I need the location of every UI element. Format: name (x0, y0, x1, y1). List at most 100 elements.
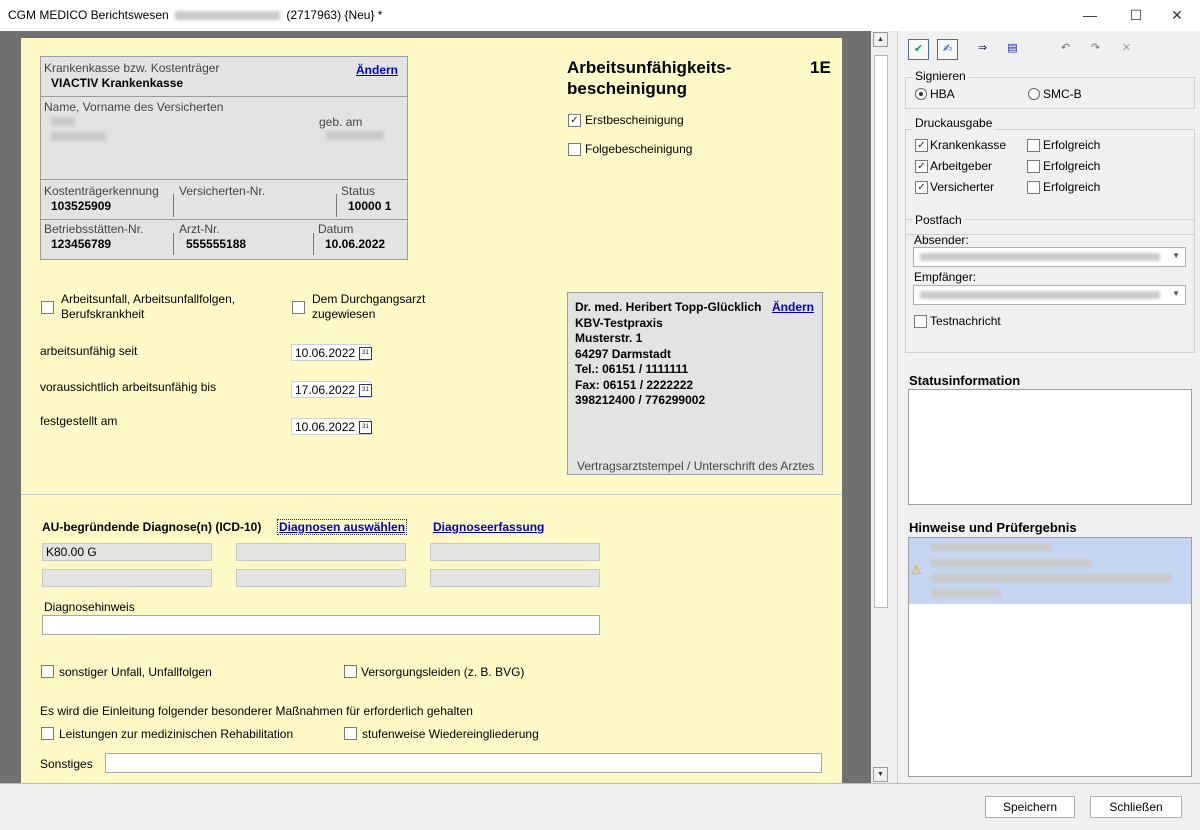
betriebsstaetten-value: 123456789 (51, 237, 112, 251)
diagnosis-field-6[interactable] (430, 569, 600, 587)
fax: Fax: 06151 / 2222222 (575, 377, 694, 392)
au-bis-label: voraussichtlich arbeitsunfähig bis (40, 380, 217, 394)
empfaenger-combo[interactable]: ▼ (913, 285, 1186, 305)
diagnosis-field-3[interactable] (430, 543, 600, 561)
minimize-button[interactable]: — (1067, 0, 1113, 31)
versorgungsleiden-label: Versorgungsleiden (z. B. BVG) (361, 665, 525, 679)
testnachricht-checkbox[interactable] (914, 315, 927, 328)
signieren-title: Signieren (912, 69, 969, 83)
diagnosis-field-4[interactable] (42, 569, 212, 587)
close-window-button[interactable]: ✕ (1154, 0, 1200, 31)
form-title-line1: Arbeitsunfähigkeits- (567, 58, 732, 77)
arbeitgeber-label: Arbeitgeber (930, 159, 993, 173)
scroll-down-button[interactable]: ▼ (873, 767, 888, 782)
absender-combo[interactable]: ▼ (913, 247, 1186, 267)
divider (41, 96, 407, 97)
arbeitsunfall-line1: Arbeitsunfall, Arbeitsunfallfolgen, (61, 292, 236, 306)
kasse-label: Krankenkasse bzw. Kostenträger (44, 61, 220, 75)
festgestellt-label: festgestellt am (40, 414, 118, 428)
change-kasse-link[interactable]: Ändern (356, 63, 398, 77)
doctor-name: Dr. med. Heribert Topp-Glücklich (575, 300, 762, 314)
redacted-firstname (51, 132, 106, 141)
erfolgreich-label-2: Erfolgreich (1043, 159, 1101, 173)
versorgungsleiden-checkbox[interactable] (344, 665, 357, 678)
divider (41, 219, 407, 220)
testnachricht-label: Testnachricht (930, 314, 1001, 328)
hba-radio[interactable] (915, 88, 927, 100)
erfolgreich-label-1: Erfolgreich (1043, 138, 1101, 152)
sonstiger-unfall-checkbox[interactable] (41, 665, 54, 678)
arbeitsunfall-label: Arbeitsunfall, Arbeitsunfallfolgen, Beru… (61, 292, 235, 322)
maximize-button[interactable]: ☐ (1113, 0, 1159, 31)
sign-check-icon[interactable]: ✔ (908, 39, 929, 60)
sign-undo-icon[interactable]: ↶ (1055, 39, 1076, 60)
wiedereingliederung-checkbox[interactable] (344, 727, 357, 740)
durchgangsarzt-checkbox[interactable] (292, 301, 305, 314)
signature-icon[interactable]: ✍ (937, 39, 958, 60)
hinweise-box: ⚠ (908, 537, 1192, 777)
redacted-birthdate (326, 131, 384, 140)
diag-entry-link[interactable]: Diagnoseerfassung (433, 520, 544, 534)
doctor-stamp-box: Dr. med. Heribert Topp-Glücklich KBV-Tes… (567, 292, 823, 475)
kasse-value: VIACTIV Krankenkasse (51, 76, 184, 90)
scroll-up-button[interactable]: ▲ (873, 32, 888, 47)
diag-select-link[interactable]: Diagnosen auswählen (277, 519, 408, 535)
arbeitgeber-checkbox[interactable]: ✓ (915, 160, 928, 173)
forward-icon[interactable]: ⇒ (972, 39, 993, 60)
smcb-radio[interactable] (1028, 88, 1040, 100)
form-title-line2: bescheinigung (567, 79, 687, 98)
chevron-down-icon: ▼ (1172, 289, 1180, 298)
kostentraeger-value: 103525909 (51, 199, 112, 213)
print-icon[interactable]: ▤ (1002, 39, 1023, 60)
warning-item[interactable]: ⚠ (909, 538, 1191, 604)
delete-icon[interactable]: ✕ (1116, 39, 1137, 60)
arbeitsunfall-checkbox[interactable] (41, 301, 54, 314)
divider (336, 194, 337, 217)
erfolgreich-checkbox-1[interactable] (1027, 139, 1040, 152)
diag-hint-input[interactable] (42, 615, 600, 635)
chevron-down-icon: ▼ (1172, 251, 1180, 260)
close-button[interactable]: Schließen (1090, 796, 1182, 818)
name-label: Name, Vorname des Versicherten (44, 100, 224, 114)
redacted-lastname (51, 117, 75, 126)
sonstiges-label: Sonstiges (40, 757, 93, 771)
redacted-absender (920, 253, 1160, 261)
geb-label: geb. am (319, 115, 363, 129)
redacted-empfaenger (920, 291, 1160, 299)
hba-label: HBA (930, 87, 955, 101)
patient-name-redacted (175, 11, 281, 21)
diagnosis-field-2[interactable] (236, 543, 406, 561)
empfaenger-label: Empfänger: (914, 270, 977, 284)
erstbescheinigung-checkbox[interactable]: ✓ (568, 114, 581, 127)
reha-checkbox[interactable] (41, 727, 54, 740)
save-button[interactable]: Speichern (985, 796, 1075, 818)
absender-label: Absender: (914, 233, 969, 247)
reha-label: Leistungen zur medizinischen Rehabilitat… (59, 727, 294, 741)
diagnosis-field-5[interactable] (236, 569, 406, 587)
diag-heading: AU-begründende Diagnose(n) (ICD-10) (42, 520, 262, 534)
durchgangsarzt-label: Dem Durchgangsarzt zugewiesen (312, 292, 425, 322)
city: 64297 Darmstadt (575, 346, 672, 361)
diagnosis-field-1[interactable]: K80.00 G (42, 543, 212, 561)
tel: Tel.: 06151 / 1111111 (575, 362, 689, 376)
hinweise-heading: Hinweise und Prüfergebnis (909, 520, 1077, 535)
app-title: CGM MEDICO Berichtswesen (8, 8, 169, 22)
section-divider (21, 494, 842, 495)
versicherter-checkbox[interactable]: ✓ (915, 181, 928, 194)
folgebescheinigung-checkbox[interactable] (568, 143, 581, 156)
calendar-icon[interactable]: 31 (359, 421, 372, 434)
calendar-icon[interactable]: 31 (359, 384, 372, 397)
calendar-icon[interactable]: 31 (359, 347, 372, 360)
postfach-title: Postfach (912, 213, 965, 227)
title-suffix: (2717963) {Neu} * (286, 8, 383, 22)
scroll-thumb[interactable] (874, 55, 888, 608)
erfolgreich-checkbox-3[interactable] (1027, 181, 1040, 194)
form-scrollbar[interactable]: ▲ ▼ (872, 31, 889, 783)
erfolgreich-checkbox-2[interactable] (1027, 160, 1040, 173)
change-doctor-link[interactable]: Ändern (772, 300, 814, 314)
doctor-address: Dr. med. Heribert Topp-Glücklich KBV-Tes… (575, 300, 761, 409)
sonstiges-input[interactable] (105, 753, 822, 773)
divider (41, 179, 407, 180)
krankenkasse-checkbox[interactable]: ✓ (915, 139, 928, 152)
signature-undo-icon[interactable]: ↷ (1085, 39, 1106, 60)
